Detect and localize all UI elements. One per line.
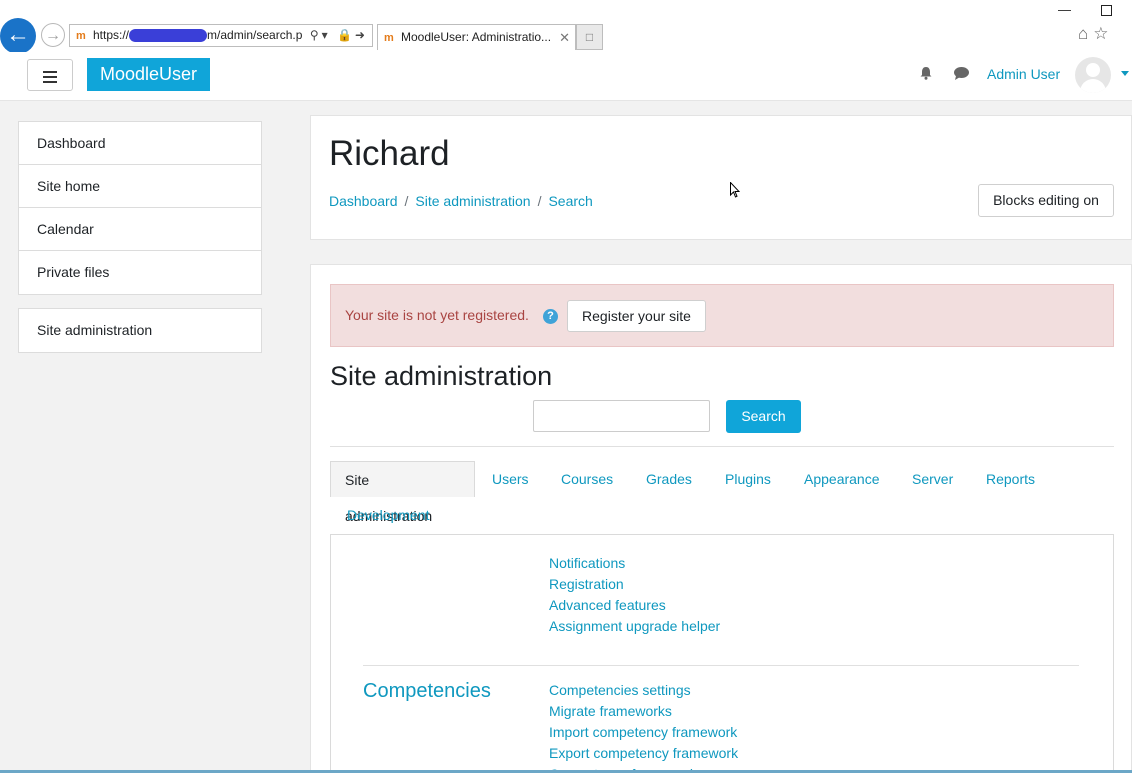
mouse-cursor-icon (730, 182, 740, 198)
link-import-competency-framework[interactable]: Import competency framework (549, 722, 738, 743)
admin-search-input[interactable] (533, 400, 710, 432)
site-brand[interactable]: MoodleUser (87, 58, 210, 91)
tab-title: MoodleUser: Administratio... (401, 30, 552, 44)
admin-card: Your site is not yet registered. ? Regis… (310, 264, 1132, 773)
tab-users[interactable]: Users (492, 461, 529, 497)
tab-courses[interactable]: Courses (561, 461, 613, 497)
link-notifications[interactable]: Notifications (549, 553, 720, 574)
section-title: Site administration (330, 361, 553, 391)
help-icon[interactable]: ? (543, 309, 558, 324)
page-region: Richard Dashboard / Site administration / Se… (283, 101, 1132, 773)
divider (363, 665, 1079, 666)
nav-drawer-admin: Site administration (18, 308, 262, 353)
link-competencies-settings[interactable]: Competencies settings (549, 680, 738, 701)
breadcrumb: Dashboard / Site administration / Search (329, 193, 593, 209)
chat-icon[interactable] (953, 66, 970, 81)
menu-toggle-button[interactable] (27, 59, 73, 91)
address-bar[interactable]: m https:// m/admin/search.p ⚲▾ 🔒➜ (69, 24, 373, 47)
bell-icon[interactable] (919, 66, 933, 80)
general-links: Notifications Registration Advanced feat… (549, 553, 720, 637)
maximize-icon[interactable] (1101, 5, 1112, 16)
url-prefix: https:// (93, 28, 130, 42)
search-button[interactable]: Search (726, 400, 801, 433)
breadcrumb-separator: / (404, 193, 409, 209)
link-assignment-upgrade-helper[interactable]: Assignment upgrade helper (549, 616, 720, 637)
redacted-domain (129, 29, 208, 43)
moodle-favicon-icon: m (384, 31, 394, 44)
category-competencies[interactable]: Competencies (363, 680, 491, 703)
blocks-editing-button[interactable]: Blocks editing on (978, 184, 1114, 217)
divider (330, 446, 1114, 447)
avatar[interactable] (1075, 57, 1111, 93)
tab-grades[interactable]: Grades (646, 461, 692, 497)
breadcrumb-dashboard[interactable]: Dashboard (329, 193, 398, 209)
address-bar-icons[interactable]: ⚲▾ 🔒➜ (310, 25, 368, 46)
breadcrumb-site-administration[interactable]: Site administration (415, 193, 530, 209)
nav-drawer: Dashboard Site home Calendar Private fil… (0, 101, 283, 773)
link-export-competency-framework[interactable]: Export competency framework (549, 743, 738, 764)
page-header: Richard Dashboard / Site administration / Se… (310, 115, 1132, 240)
page-title: Richard (329, 134, 450, 173)
link-migrate-frameworks[interactable]: Migrate frameworks (549, 701, 738, 722)
alert-text: Your site is not yet registered. (345, 307, 529, 323)
url-suffix: m/admin/search.p (207, 28, 303, 42)
drawer-item-site-home[interactable]: Site home (19, 165, 261, 208)
home-star-icons[interactable]: ⌂☆ (1078, 24, 1114, 44)
browser-chrome: ← → m https:// m/admin/search.p ⚲▾ 🔒➜ m Moo… (0, 0, 1132, 54)
tab-reports[interactable]: Reports (986, 461, 1035, 497)
top-navbar: MoodleUser Admin User (0, 52, 1132, 101)
back-arrow-icon[interactable]: ← (0, 18, 36, 54)
drawer-item-private-files[interactable]: Private files (19, 251, 261, 294)
hamburger-icon (43, 71, 57, 73)
drawer-item-calendar[interactable]: Calendar (19, 208, 261, 251)
minimize-icon[interactable]: — (1058, 2, 1071, 17)
tab-server[interactable]: Server (912, 461, 953, 497)
user-menu-name[interactable]: Admin User (987, 66, 1060, 82)
tab-close-icon[interactable]: ✕ (559, 25, 570, 50)
competencies-links: Competencies settings Migrate frameworks… (549, 680, 738, 773)
breadcrumb-separator: / (537, 193, 542, 209)
forward-arrow-icon[interactable]: → (41, 23, 65, 47)
tab-development[interactable]: Development (347, 497, 430, 533)
moodle-favicon-icon: m (76, 29, 86, 42)
registration-alert: Your site is not yet registered. ? Regis… (330, 284, 1114, 347)
tab-plugins[interactable]: Plugins (725, 461, 771, 497)
new-tab-icon[interactable]: □ (576, 24, 603, 50)
admin-tabs: Site administration Users Courses Grades… (330, 461, 1114, 534)
register-site-button[interactable]: Register your site (567, 300, 706, 332)
tab-site-administration[interactable]: Site administration (330, 461, 475, 524)
drawer-item-dashboard[interactable]: Dashboard (19, 122, 261, 165)
breadcrumb-search[interactable]: Search (548, 193, 592, 209)
nav-drawer-main: Dashboard Site home Calendar Private fil… (18, 121, 262, 295)
link-registration[interactable]: Registration (549, 574, 720, 595)
link-advanced-features[interactable]: Advanced features (549, 595, 720, 616)
tab-appearance[interactable]: Appearance (804, 461, 880, 497)
chevron-down-icon[interactable] (1121, 71, 1129, 76)
browser-tab[interactable]: m MoodleUser: Administratio... ✕ (377, 24, 576, 50)
drawer-item-site-administration[interactable]: Site administration (19, 309, 261, 352)
